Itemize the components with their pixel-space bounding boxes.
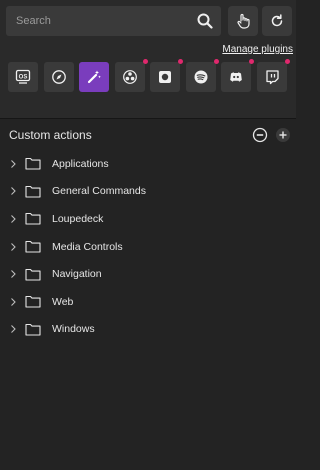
compass-icon — [51, 69, 67, 85]
folder-label: Navigation — [52, 268, 102, 281]
folder-icon — [25, 240, 41, 253]
folder-row-navigation[interactable]: Navigation — [0, 260, 296, 288]
os-badge-text: OS — [19, 74, 28, 80]
plugin-camera[interactable] — [150, 59, 183, 92]
search-input[interactable] — [14, 14, 197, 28]
folder-icon — [25, 212, 41, 226]
folder-label: Applications — [52, 157, 109, 170]
folder-row-windows[interactable]: Windows — [0, 316, 296, 344]
folder-row-loupedeck[interactable]: Loupedeck — [0, 205, 296, 233]
refresh-icon — [269, 13, 285, 29]
notification-dot — [143, 59, 148, 64]
plugin-loupedeck[interactable] — [79, 62, 109, 92]
refresh-button[interactable] — [262, 6, 292, 36]
chevron-right-icon[interactable] — [9, 324, 17, 334]
camera-icon — [157, 69, 173, 85]
plus-icon — [275, 127, 291, 143]
folder-row-applications[interactable]: Applications — [0, 150, 296, 178]
folder-icon — [25, 268, 41, 281]
folder-row-web[interactable]: Web — [0, 288, 296, 316]
custom-actions-tree: Applications General Commands Loupedeck … — [0, 150, 296, 343]
obs-icon — [122, 69, 138, 85]
chevron-right-icon[interactable] — [9, 242, 17, 252]
plugin-windows-os[interactable]: OS — [8, 62, 38, 92]
touch-button[interactable] — [228, 6, 258, 36]
folder-label: Web — [52, 295, 74, 308]
folder-label: Loupedeck — [52, 212, 104, 225]
notification-dot — [178, 59, 183, 64]
discord-icon — [228, 69, 244, 85]
plugin-discord[interactable] — [221, 59, 254, 92]
twitch-icon — [264, 69, 280, 85]
notification-dot — [214, 59, 219, 64]
magic-wand-icon — [86, 69, 102, 85]
collapse-all-button[interactable] — [251, 126, 269, 144]
chevron-right-icon[interactable] — [9, 159, 17, 169]
spotify-icon — [193, 69, 209, 85]
chevron-right-icon[interactable] — [9, 186, 17, 196]
chevron-right-icon[interactable] — [9, 214, 17, 224]
folder-label: Media Controls — [52, 240, 123, 253]
manage-plugins-link[interactable]: Manage plugins — [222, 44, 293, 55]
folder-icon — [25, 323, 41, 336]
folder-icon — [25, 157, 41, 170]
search-box[interactable] — [6, 6, 221, 36]
notification-dot — [249, 59, 254, 64]
plugin-spotify[interactable] — [186, 59, 219, 92]
notification-dot — [285, 59, 290, 64]
plugin-twitch[interactable] — [257, 59, 290, 92]
windows-os-icon: OS — [15, 69, 31, 85]
search-icon[interactable] — [197, 13, 213, 29]
minus-circle-icon — [252, 127, 268, 143]
custom-actions-title: Custom actions — [9, 128, 92, 142]
plugin-bar: OS — [0, 59, 296, 94]
chevron-right-icon[interactable] — [9, 269, 17, 279]
top-bar: Manage plugins OS — [0, 0, 296, 118]
folder-row-general-commands[interactable]: General Commands — [0, 178, 296, 206]
folder-icon — [25, 295, 41, 308]
plugin-obs[interactable] — [115, 59, 148, 92]
add-action-button[interactable] — [274, 126, 292, 144]
divider — [0, 118, 296, 119]
folder-label: Windows — [52, 323, 95, 336]
chevron-right-icon[interactable] — [9, 297, 17, 307]
folder-label: General Commands — [52, 185, 146, 198]
folder-icon — [25, 185, 41, 198]
plugin-navigation[interactable] — [44, 62, 74, 92]
hand-pointer-icon — [235, 13, 251, 29]
folder-row-media-controls[interactable]: Media Controls — [0, 233, 296, 261]
